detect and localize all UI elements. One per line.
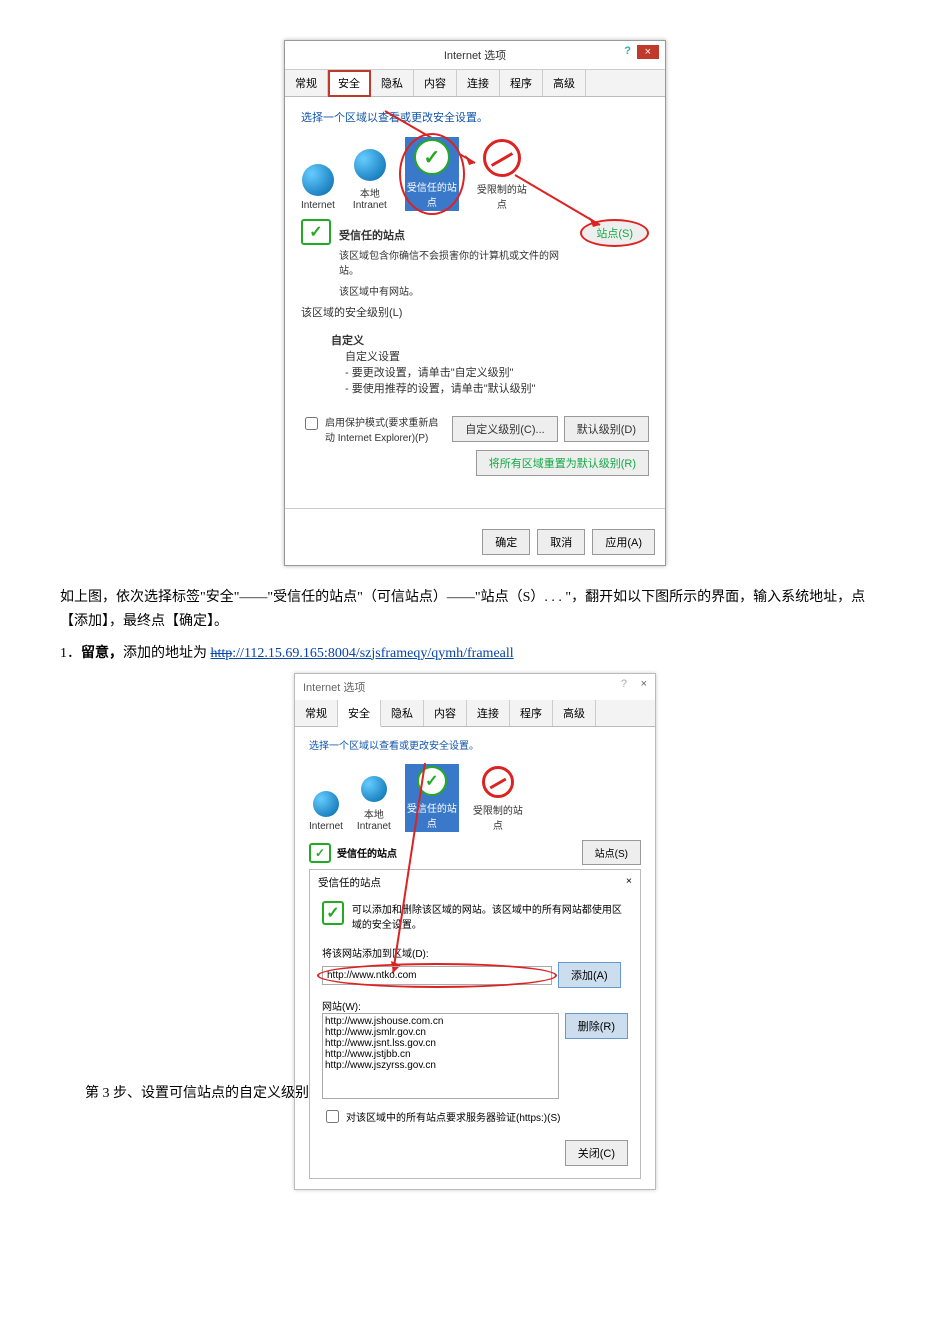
reset-all-button[interactable]: 将所有区域重置为默认级别(R) — [476, 450, 649, 476]
d2-tab-privacy[interactable]: 隐私 — [381, 700, 424, 726]
d2-prompt: 选择一个区域以查看或更改安全设置。 — [309, 737, 641, 752]
internet-options-dialog: Internet 选项 ? × 常规 安全 隐私 内容 连接 程序 高级 选择一… — [284, 40, 666, 566]
d2-zone-internet-label: Internet — [309, 821, 343, 832]
dialog-titlebar: Internet 选项 ? × — [285, 41, 665, 70]
tab-programs[interactable]: 程序 — [500, 70, 543, 96]
https-check-label: 对该区域中的所有站点要求服务器验证(https:)(S) — [346, 1109, 560, 1124]
list-item[interactable]: http://www.jsnt.lss.gov.cn — [325, 1038, 556, 1049]
add-button[interactable]: 添加(A) — [558, 962, 621, 988]
zone-trusted-l1: 受信任的站 — [407, 179, 457, 194]
d2-zone-intranet-l1: 本地 — [357, 806, 391, 821]
zone-prompt: 选择一个区域以查看或更改安全设置。 — [301, 109, 649, 125]
custom-level-button[interactable]: 自定义级别(C)... — [452, 416, 557, 442]
note-line: 1．留意，添加的地址为 http://112.15.69.165:8004/sz… — [60, 642, 890, 666]
d2-zone-trusted-l1: 受信任的站 — [407, 800, 457, 815]
sites-button[interactable]: 站点(S) — [580, 219, 649, 247]
d2-zone-internet[interactable]: Internet — [309, 791, 343, 832]
zone-trusted-l2: 点 — [407, 194, 457, 209]
ok-button[interactable]: 确定 — [482, 529, 530, 555]
default-level-button[interactable]: 默认级别(D) — [564, 416, 649, 442]
note-rest: 添加的地址为 — [123, 646, 211, 661]
dialog2-title: Internet 选项 — [303, 682, 365, 694]
list-item[interactable]: http://www.jshouse.com.cn — [325, 1016, 556, 1027]
dialog2-help-icon[interactable]: ? — [621, 678, 627, 690]
instruction-paragraph: 如上图，依次选择标签"安全"——"受信任的站点"（可信站点）——"站点（S）. … — [60, 586, 890, 634]
d2-tab-security[interactable]: 安全 — [338, 700, 381, 727]
zone-restricted-l1: 受限制的站 — [477, 181, 527, 196]
list-item[interactable]: http://www.jszyrss.gov.cn — [325, 1060, 556, 1071]
dialog-title: Internet 选项 — [444, 50, 506, 62]
dialog2-titlebar: Internet 选项 ? × — [295, 674, 655, 700]
d2-zone-intranet[interactable]: 本地Intranet — [357, 776, 391, 832]
d2-sites-button[interactable]: 站点(S) — [582, 840, 641, 865]
step-3-heading: 第 3 步、设置可信站点的自定义级别 — [85, 1082, 309, 1102]
cancel-button[interactable]: 取消 — [537, 529, 585, 555]
custom-line1: - 要更改设置，请单击"自定义级别" — [345, 364, 649, 380]
custom-title: 自定义 — [331, 332, 649, 348]
trusted-desc2: 该区域中有网站。 — [339, 283, 572, 298]
note-bold: 留意， — [81, 646, 123, 661]
close-icon[interactable]: × — [637, 45, 659, 59]
tabs: 常规 安全 隐私 内容 连接 程序 高级 — [285, 70, 665, 97]
note-prefix: 1． — [60, 646, 81, 661]
d2-tab-advanced[interactable]: 高级 — [553, 700, 596, 726]
note-url-strike: http — [211, 646, 233, 661]
list-item[interactable]: http://www.jsmlr.gov.cn — [325, 1027, 556, 1038]
d2-zone-intranet-l2: Intranet — [357, 821, 391, 832]
trusted-big-icon: ✓ — [301, 219, 331, 245]
note-url[interactable]: http://112.15.69.165:8004/szjsframeqy/qy… — [211, 646, 514, 661]
tab-general[interactable]: 常规 — [285, 70, 328, 96]
zone-intranet[interactable]: 本地Intranet — [353, 149, 387, 211]
subdialog-desc: 可以添加和删除该区域的网站。该区域中的所有网站都使用区域的安全设置。 — [352, 901, 628, 931]
subdialog-check-icon: ✓ — [322, 901, 344, 925]
dialog2-close-icon[interactable]: × — [641, 678, 647, 690]
custom-sub: 自定义设置 — [345, 348, 649, 364]
trusted-heading: 受信任的站点 — [339, 227, 572, 243]
internet-options-dialog-2: Internet 选项 ? × 常规 安全 隐私 内容 连接 程序 高级 选择一… — [294, 673, 656, 1190]
zone-restricted[interactable]: 受限制的站点 — [477, 139, 527, 211]
zone-internet-label: Internet — [301, 200, 335, 211]
help-icon[interactable]: ? — [624, 45, 631, 57]
protected-mode-label: 启用保护模式(要求重新启动 Internet Explorer)(P) — [325, 414, 446, 444]
d2-zone-restricted-l1: 受限制的站 — [473, 802, 523, 817]
tab-privacy[interactable]: 隐私 — [371, 70, 414, 96]
trusted-desc1: 该区域包含你确信不会损害你的计算机或文件的网站。 — [339, 247, 572, 277]
tab-connections[interactable]: 连接 — [457, 70, 500, 96]
add-site-input[interactable]: http://www.ntko.com — [322, 966, 552, 985]
add-label: 将该网站添加到区域(D): — [322, 945, 628, 960]
apply-button[interactable]: 应用(A) — [592, 529, 655, 555]
subdialog-title: 受信任的站点 — [318, 875, 381, 890]
zone-trusted[interactable]: ✓受信任的站点 — [405, 137, 459, 211]
d2-zone-trusted-l2: 点 — [407, 815, 457, 830]
d2-trusted-icon: ✓ — [309, 843, 331, 863]
remove-button[interactable]: 删除(R) — [565, 1013, 628, 1039]
d2-tab-connections[interactable]: 连接 — [467, 700, 510, 726]
list-item[interactable]: http://www.jstjbb.cn — [325, 1049, 556, 1060]
zone-restricted-l2: 点 — [477, 196, 527, 211]
note-url-text: ://112.15.69.165:8004/szjsframeqy/qymh/f… — [232, 646, 513, 661]
zone-intranet-l1: 本地 — [353, 185, 387, 200]
zone-internet[interactable]: Internet — [301, 164, 335, 211]
d2-tab-content[interactable]: 内容 — [424, 700, 467, 726]
d2-tab-general[interactable]: 常规 — [295, 700, 338, 726]
level-label: 该区域的安全级别(L) — [301, 304, 649, 320]
d2-zone-restricted[interactable]: 受限制的站点 — [473, 766, 523, 832]
tab-advanced[interactable]: 高级 — [543, 70, 586, 96]
trusted-sites-subdialog: 受信任的站点 × ✓ 可以添加和删除该区域的网站。该区域中的所有网站都使用区域的… — [309, 869, 641, 1179]
list-label: 网站(W): — [322, 998, 628, 1013]
close-button[interactable]: 关闭(C) — [565, 1140, 628, 1166]
d2-zone-trusted[interactable]: ✓受信任的站点 — [405, 764, 459, 832]
tab-security[interactable]: 安全 — [328, 70, 371, 97]
https-checkbox[interactable] — [326, 1110, 339, 1123]
zone-intranet-l2: Intranet — [353, 200, 387, 211]
protected-mode-checkbox[interactable] — [305, 417, 318, 430]
d2-trusted-heading: 受信任的站点 — [337, 845, 397, 860]
d2-tab-programs[interactable]: 程序 — [510, 700, 553, 726]
tab-content[interactable]: 内容 — [414, 70, 457, 96]
d2-zone-restricted-l2: 点 — [473, 817, 523, 832]
sites-listbox[interactable]: http://www.jshouse.com.cn http://www.jsm… — [322, 1013, 559, 1099]
custom-line2: - 要使用推荐的设置，请单击"默认级别" — [345, 380, 649, 396]
subdialog-close-icon[interactable]: × — [626, 875, 632, 890]
